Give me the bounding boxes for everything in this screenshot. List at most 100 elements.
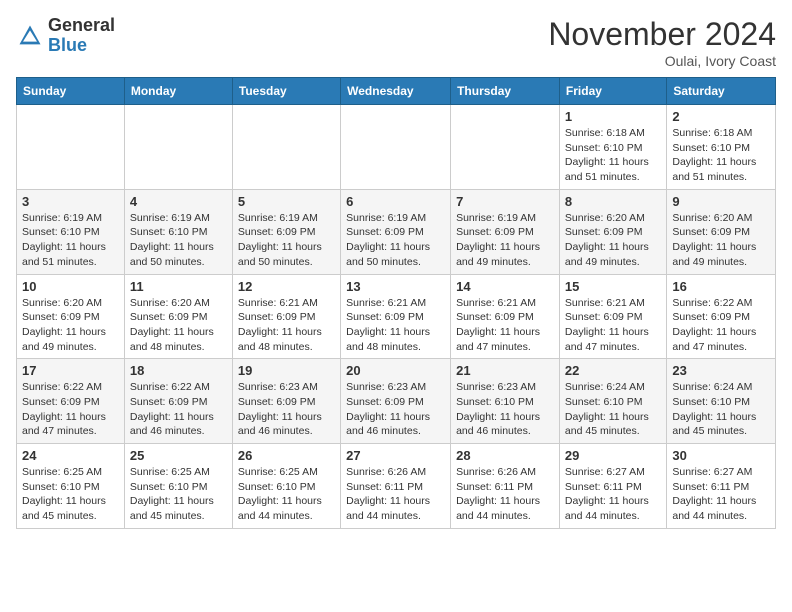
day-info: Sunrise: 6:20 AMSunset: 6:09 PMDaylight:… (130, 296, 227, 355)
day-number: 20 (346, 363, 445, 378)
calendar-cell: 9 Sunrise: 6:20 AMSunset: 6:09 PMDaylight… (667, 189, 776, 274)
calendar-cell: 2 Sunrise: 6:18 AMSunset: 6:10 PMDaylight… (667, 105, 776, 190)
calendar-cell: 25 Sunrise: 6:25 AMSunset: 6:10 PMDayligh… (124, 444, 232, 529)
day-number: 19 (238, 363, 335, 378)
calendar-cell: 28 Sunrise: 6:26 AMSunset: 6:11 PMDayligh… (451, 444, 560, 529)
calendar-cell: 15 Sunrise: 6:21 AMSunset: 6:09 PMDayligh… (559, 274, 666, 359)
logo-text: General Blue (48, 16, 115, 56)
day-info: Sunrise: 6:22 AMSunset: 6:09 PMDaylight:… (130, 380, 227, 439)
calendar-cell: 12Sunrise: 6:21 AMSunset: 6:09 PMDayligh… (232, 274, 340, 359)
calendar-cell: 11 Sunrise: 6:20 AMSunset: 6:09 PMDayligh… (124, 274, 232, 359)
day-info: Sunrise: 6:25 AMSunset: 6:10 PMDaylight:… (238, 465, 335, 524)
day-info: Sunrise: 6:19 AMSunset: 6:10 PMDaylight:… (22, 211, 119, 270)
calendar-cell: 8Sunrise: 6:20 AMSunset: 6:09 PMDaylight… (559, 189, 666, 274)
day-info: Sunrise: 6:20 AMSunset: 6:09 PMDaylight:… (22, 296, 119, 355)
day-number: 11 (130, 279, 227, 294)
day-number: 24 (22, 448, 119, 463)
day-info: Sunrise: 6:27 AMSunset: 6:11 PMDaylight:… (565, 465, 661, 524)
day-info: Sunrise: 6:24 AMSunset: 6:10 PMDaylight:… (565, 380, 661, 439)
day-number: 16 (672, 279, 770, 294)
day-of-week-header: Sunday (17, 78, 125, 105)
day-info: Sunrise: 6:22 AMSunset: 6:09 PMDaylight:… (22, 380, 119, 439)
day-info: Sunrise: 6:19 AMSunset: 6:09 PMDaylight:… (346, 211, 445, 270)
calendar-week: 1 Sunrise: 6:18 AMSunset: 6:10 PMDaylight… (17, 105, 776, 190)
calendar-cell: 18 Sunrise: 6:22 AMSunset: 6:09 PMDayligh… (124, 359, 232, 444)
calendar-cell (451, 105, 560, 190)
calendar-cell: 13Sunrise: 6:21 AMSunset: 6:09 PMDayligh… (341, 274, 451, 359)
day-info: Sunrise: 6:22 AMSunset: 6:09 PMDaylight:… (672, 296, 770, 355)
day-number: 9 (672, 194, 770, 209)
day-info: Sunrise: 6:21 AMSunset: 6:09 PMDaylight:… (565, 296, 661, 355)
day-info: Sunrise: 6:21 AMSunset: 6:09 PMDaylight:… (346, 296, 445, 355)
logo-blue: Blue (48, 35, 87, 55)
day-number: 23 (672, 363, 770, 378)
day-info: Sunrise: 6:25 AMSunset: 6:10 PMDaylight:… (130, 465, 227, 524)
calendar-cell: 10 Sunrise: 6:20 AMSunset: 6:09 PMDayligh… (17, 274, 125, 359)
calendar-cell: 23Sunrise: 6:24 AMSunset: 6:10 PMDayligh… (667, 359, 776, 444)
calendar-week: 24 Sunrise: 6:25 AMSunset: 6:10 PMDayligh… (17, 444, 776, 529)
logo-general: General (48, 15, 115, 35)
calendar-cell: 5 Sunrise: 6:19 AMSunset: 6:09 PMDaylight… (232, 189, 340, 274)
day-info: Sunrise: 6:20 AMSunset: 6:09 PMDaylight:… (672, 211, 770, 270)
calendar-week: 17 Sunrise: 6:22 AMSunset: 6:09 PMDayligh… (17, 359, 776, 444)
day-number: 18 (130, 363, 227, 378)
day-of-week-header: Monday (124, 78, 232, 105)
day-number: 7 (456, 194, 554, 209)
day-info: Sunrise: 6:21 AMSunset: 6:09 PMDaylight:… (456, 296, 554, 355)
day-info: Sunrise: 6:19 AMSunset: 6:09 PMDaylight:… (456, 211, 554, 270)
calendar-cell: 20 Sunrise: 6:23 AMSunset: 6:09 PMDayligh… (341, 359, 451, 444)
day-number: 1 (565, 109, 661, 124)
day-info: Sunrise: 6:25 AMSunset: 6:10 PMDaylight:… (22, 465, 119, 524)
calendar-cell: 6Sunrise: 6:19 AMSunset: 6:09 PMDaylight… (341, 189, 451, 274)
calendar-cell: 14 Sunrise: 6:21 AMSunset: 6:09 PMDayligh… (451, 274, 560, 359)
day-info: Sunrise: 6:19 AMSunset: 6:10 PMDaylight:… (130, 211, 227, 270)
calendar-cell: 21 Sunrise: 6:23 AMSunset: 6:10 PMDayligh… (451, 359, 560, 444)
calendar-cell: 19 Sunrise: 6:23 AMSunset: 6:09 PMDayligh… (232, 359, 340, 444)
day-of-week-header: Saturday (667, 78, 776, 105)
day-number: 29 (565, 448, 661, 463)
month-title: November 2024 (548, 16, 776, 53)
calendar-cell: 7 Sunrise: 6:19 AMSunset: 6:09 PMDaylight… (451, 189, 560, 274)
header: General Blue November 2024 Oulai, Ivory … (16, 16, 776, 69)
day-number: 14 (456, 279, 554, 294)
calendar-cell: 26 Sunrise: 6:25 AMSunset: 6:10 PMDayligh… (232, 444, 340, 529)
day-info: Sunrise: 6:18 AMSunset: 6:10 PMDaylight:… (565, 126, 661, 185)
day-number: 5 (238, 194, 335, 209)
day-number: 15 (565, 279, 661, 294)
day-number: 17 (22, 363, 119, 378)
day-number: 21 (456, 363, 554, 378)
day-info: Sunrise: 6:23 AMSunset: 6:10 PMDaylight:… (456, 380, 554, 439)
day-of-week-header: Tuesday (232, 78, 340, 105)
day-number: 28 (456, 448, 554, 463)
day-number: 10 (22, 279, 119, 294)
calendar-cell: 1 Sunrise: 6:18 AMSunset: 6:10 PMDaylight… (559, 105, 666, 190)
day-info: Sunrise: 6:18 AMSunset: 6:10 PMDaylight:… (672, 126, 770, 185)
day-info: Sunrise: 6:19 AMSunset: 6:09 PMDaylight:… (238, 211, 335, 270)
day-number: 25 (130, 448, 227, 463)
day-info: Sunrise: 6:26 AMSunset: 6:11 PMDaylight:… (456, 465, 554, 524)
day-number: 30 (672, 448, 770, 463)
day-of-week-header: Thursday (451, 78, 560, 105)
day-number: 26 (238, 448, 335, 463)
calendar-cell: 30 Sunrise: 6:27 AMSunset: 6:11 PMDayligh… (667, 444, 776, 529)
calendar: SundayMondayTuesdayWednesdayThursdayFrid… (16, 77, 776, 529)
calendar-cell: 3 Sunrise: 6:19 AMSunset: 6:10 PMDaylight… (17, 189, 125, 274)
calendar-body: 1 Sunrise: 6:18 AMSunset: 6:10 PMDaylight… (17, 105, 776, 529)
day-of-week-header: Friday (559, 78, 666, 105)
title-block: November 2024 Oulai, Ivory Coast (548, 16, 776, 69)
day-of-week-header: Wednesday (341, 78, 451, 105)
day-info: Sunrise: 6:27 AMSunset: 6:11 PMDaylight:… (672, 465, 770, 524)
day-info: Sunrise: 6:23 AMSunset: 6:09 PMDaylight:… (346, 380, 445, 439)
day-number: 3 (22, 194, 119, 209)
calendar-cell (17, 105, 125, 190)
calendar-cell: 27Sunrise: 6:26 AMSunset: 6:11 PMDayligh… (341, 444, 451, 529)
logo-icon (16, 22, 44, 50)
calendar-cell: 22 Sunrise: 6:24 AMSunset: 6:10 PMDayligh… (559, 359, 666, 444)
day-number: 2 (672, 109, 770, 124)
calendar-week: 10 Sunrise: 6:20 AMSunset: 6:09 PMDayligh… (17, 274, 776, 359)
day-number: 4 (130, 194, 227, 209)
day-info: Sunrise: 6:23 AMSunset: 6:09 PMDaylight:… (238, 380, 335, 439)
day-number: 27 (346, 448, 445, 463)
calendar-cell (124, 105, 232, 190)
day-number: 22 (565, 363, 661, 378)
